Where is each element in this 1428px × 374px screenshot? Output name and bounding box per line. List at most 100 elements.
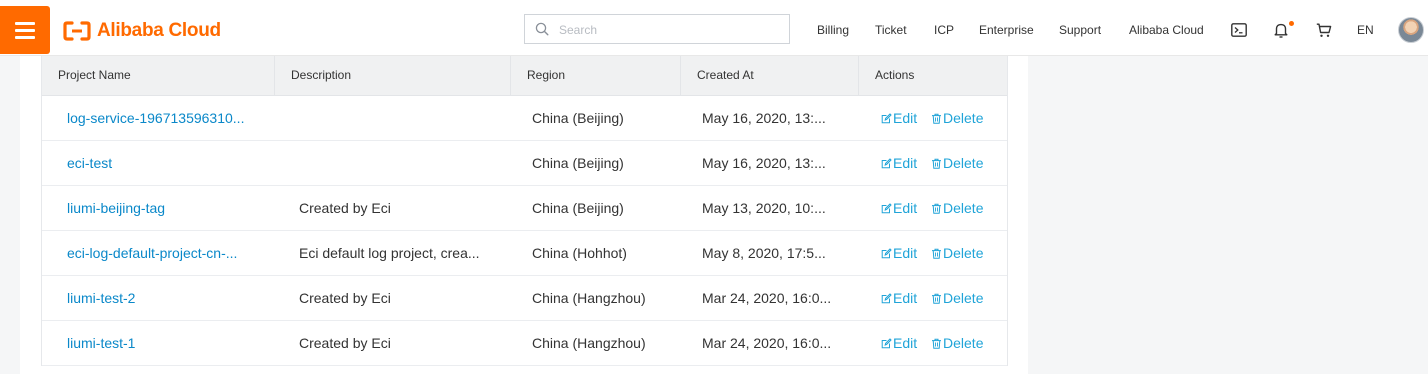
delete-button[interactable]: Delete: [931, 231, 983, 275]
delete-button[interactable]: Delete: [931, 186, 983, 230]
delete-label: Delete: [943, 290, 984, 306]
row-actions: Edit Delete: [859, 276, 1007, 320]
edit-icon: [881, 202, 892, 213]
project-description: [275, 96, 511, 140]
page-gutter: [0, 56, 20, 374]
project-description: Created by Eci: [299, 335, 391, 351]
project-name-link[interactable]: liumi-beijing-tag: [67, 200, 165, 216]
delete-button[interactable]: Delete: [931, 96, 983, 140]
table-row: liumi-test-2 Created by Eci China (Hangz…: [42, 276, 1007, 321]
table-body: log-service-196713596310... China (Beiji…: [42, 96, 1007, 366]
delete-label: Delete: [943, 200, 984, 216]
project-name-link[interactable]: liumi-test-2: [67, 290, 135, 306]
edit-icon: [881, 112, 892, 123]
project-name-link[interactable]: eci-log-default-project-cn-...: [67, 245, 237, 261]
terminal-icon[interactable]: [1231, 23, 1247, 37]
row-actions: Edit Delete: [859, 186, 1007, 230]
project-created-at: Mar 24, 2020, 16:0...: [702, 290, 832, 306]
search-icon: [535, 22, 549, 36]
delete-button[interactable]: Delete: [931, 321, 983, 365]
project-created-at: May 16, 2020, 13:...: [702, 110, 826, 126]
alibaba-cloud-logo[interactable]: Alibaba Cloud: [63, 19, 221, 43]
project-description: Created by Eci: [299, 200, 391, 216]
search-input[interactable]: [557, 19, 781, 41]
row-actions: Edit Delete: [859, 231, 1007, 275]
project-created-at: May 8, 2020, 17:5...: [702, 245, 826, 261]
nav-support[interactable]: Support: [1059, 23, 1101, 37]
edit-label: Edit: [893, 155, 918, 171]
cart-icon[interactable]: [1316, 23, 1332, 38]
project-region: China (Beijing): [532, 200, 624, 216]
edit-button[interactable]: Edit: [881, 186, 917, 230]
edit-label: Edit: [893, 110, 918, 126]
logo-text: Alibaba Cloud: [97, 20, 221, 41]
trash-icon: [932, 248, 942, 259]
edit-label: Edit: [893, 290, 918, 306]
edit-icon: [881, 292, 892, 303]
user-avatar[interactable]: [1398, 17, 1424, 43]
delete-label: Delete: [943, 110, 984, 126]
project-name-link[interactable]: liumi-test-1: [67, 335, 135, 351]
project-description: Eci default log project, crea...: [299, 245, 480, 261]
search-box[interactable]: [524, 14, 790, 44]
edit-icon: [881, 247, 892, 258]
project-region: China (Hohhot): [532, 245, 627, 261]
edit-label: Edit: [893, 245, 918, 261]
row-actions: Edit Delete: [859, 321, 1007, 365]
project-region: China (Hangzhou): [532, 290, 646, 306]
row-actions: Edit Delete: [859, 96, 1007, 140]
project-name-link[interactable]: eci-test: [67, 155, 112, 171]
project-name-link[interactable]: log-service-196713596310...: [67, 110, 244, 126]
nav-icp[interactable]: ICP: [934, 23, 954, 37]
trash-icon: [932, 338, 942, 349]
edit-button[interactable]: Edit: [881, 141, 917, 185]
alibaba-cloud-logo-mark-icon: [63, 21, 91, 41]
project-created-at: May 16, 2020, 13:...: [702, 155, 826, 171]
delete-label: Delete: [943, 245, 984, 261]
nav-alibaba-cloud[interactable]: Alibaba Cloud: [1129, 23, 1204, 37]
notification-dot: [1289, 21, 1294, 26]
edit-label: Edit: [893, 335, 918, 351]
language-switch[interactable]: EN: [1357, 23, 1374, 37]
column-header-project-name: Project Name: [42, 56, 275, 95]
trash-icon: [932, 113, 942, 124]
delete-button[interactable]: Delete: [931, 141, 983, 185]
edit-icon: [881, 337, 892, 348]
project-region: China (Beijing): [532, 155, 624, 171]
edit-label: Edit: [893, 200, 918, 216]
column-header-region: Region: [511, 56, 681, 95]
table-row: eci-test China (Beijing) May 16, 2020, 1…: [42, 141, 1007, 186]
edit-button[interactable]: Edit: [881, 231, 917, 275]
delete-label: Delete: [943, 155, 984, 171]
project-description: Created by Eci: [299, 290, 391, 306]
edit-button[interactable]: Edit: [881, 96, 917, 140]
row-actions: Edit Delete: [859, 141, 1007, 185]
column-header-created-at: Created At: [681, 56, 859, 95]
nav-billing[interactable]: Billing: [817, 23, 849, 37]
menu-icon[interactable]: [0, 6, 50, 54]
table-header: Project Name Description Region Created …: [42, 56, 1007, 96]
nav-ticket[interactable]: Ticket: [875, 23, 907, 37]
edit-button[interactable]: Edit: [881, 321, 917, 365]
project-description: [275, 141, 511, 185]
project-created-at: Mar 24, 2020, 16:0...: [702, 335, 832, 351]
table-row: liumi-test-1 Created by Eci China (Hangz…: [42, 321, 1007, 366]
project-region: China (Hangzhou): [532, 335, 646, 351]
delete-label: Delete: [943, 335, 984, 351]
project-region: China (Beijing): [532, 110, 624, 126]
nav-enterprise[interactable]: Enterprise: [979, 23, 1034, 37]
project-created-at: May 13, 2020, 10:...: [702, 200, 826, 216]
delete-button[interactable]: Delete: [931, 276, 983, 320]
column-header-description: Description: [275, 56, 511, 95]
edit-button[interactable]: Edit: [881, 276, 917, 320]
bell-icon[interactable]: [1274, 22, 1288, 38]
edit-icon: [881, 157, 892, 168]
table-row: eci-log-default-project-cn-... Eci defau…: [42, 231, 1007, 276]
table-row: liumi-beijing-tag Created by Eci China (…: [42, 186, 1007, 231]
top-navigation-bar: Alibaba Cloud Billing Ticket ICP Enterpr…: [0, 0, 1428, 56]
projects-table: Project Name Description Region Created …: [41, 56, 1008, 366]
column-header-actions: Actions: [875, 68, 915, 82]
trash-icon: [932, 158, 942, 169]
table-row: log-service-196713596310... China (Beiji…: [42, 96, 1007, 141]
trash-icon: [932, 293, 942, 304]
